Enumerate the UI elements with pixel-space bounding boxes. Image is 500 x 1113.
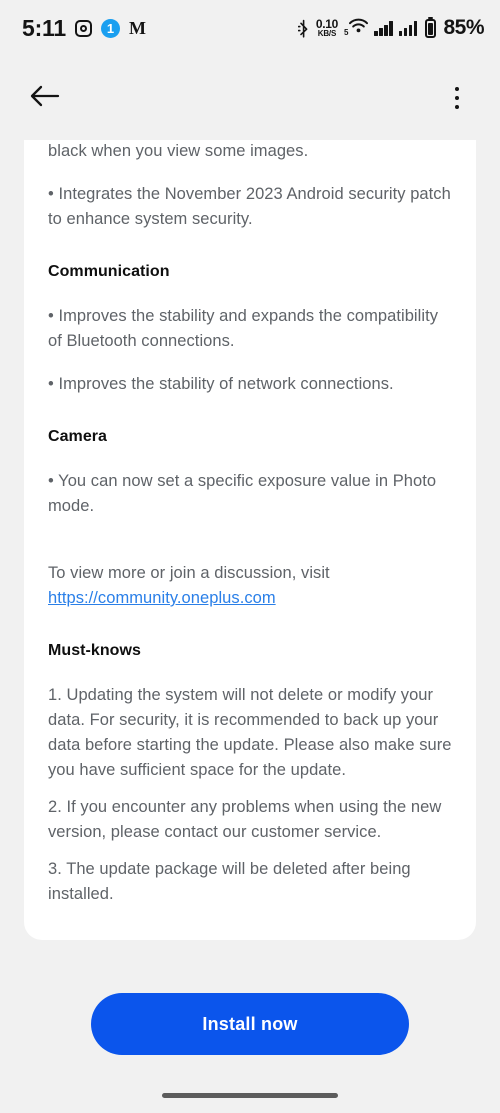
community-discussion-paragraph: To view more or join a discussion, visit… [48,561,452,611]
changelog-scroll-area[interactable]: • Fixes an issue that might cause the sc… [0,140,500,940]
wifi-band-label: 5 [344,28,349,37]
back-button[interactable] [28,81,62,115]
more-options-icon [454,104,460,110]
status-bar-right: 0.10 KB/S 5 85% [297,16,484,40]
must-know-item: 2. If you encounter any problems when us… [48,798,442,841]
home-indicator[interactable] [162,1093,338,1098]
section-heading-must-knows: Must-knows [48,642,141,659]
must-know-item: 1. Updating the system will not delete o… [48,686,452,779]
status-bar-left: 5:11 1 M [22,15,146,42]
bottom-action-bar: Install now [0,940,500,1113]
more-options-icon [454,95,460,101]
changelog-content: • Fixes an issue that might cause the sc… [48,140,452,907]
battery-icon [425,17,437,38]
bluetooth-icon [297,19,310,38]
signal-bars-icon-1 [374,20,393,36]
changelog-card: • Fixes an issue that might cause the sc… [24,140,476,940]
changelog-bullet: • Improves the stability of network conn… [48,375,394,393]
data-rate-indicator: 0.10 KB/S [316,18,338,38]
changelog-bullet: • Improves the stability and expands the… [48,307,439,350]
more-options-icon [454,86,460,92]
install-now-button[interactable]: Install now [91,993,409,1055]
community-forum-link[interactable]: https://community.oneplus.com [48,589,276,607]
gmail-icon: M [128,18,146,38]
signal-bars-icon-2 [398,20,418,36]
notification-badge-icon: 1 [100,18,120,38]
back-arrow-icon [30,85,60,112]
changelog-bullet: • You can now set a specific exposure va… [48,472,437,515]
section-heading-communication: Communication [48,263,170,280]
status-bar: 5:11 1 M 0.10 KB/S 5 85% [0,0,500,56]
status-bar-clock: 5:11 [22,14,66,41]
data-rate-unit: KB/S [317,29,337,38]
more-options-button[interactable] [440,78,474,118]
instagram-icon [74,19,92,37]
community-discussion-text: To view more or join a discussion, visit [48,564,330,582]
app-bar [0,56,500,140]
wifi-indicator: 5 [344,18,369,38]
changelog-paragraph-cutoff: • Fixes an issue that might cause the sc… [48,142,309,160]
section-heading-camera: Camera [48,428,108,445]
must-know-item: 3. The update package will be deleted af… [48,860,411,903]
wifi-icon [349,18,369,38]
changelog-paragraph-security-patch: • Integrates the November 2023 Android s… [48,185,451,228]
battery-percent-label: 85% [443,16,484,39]
